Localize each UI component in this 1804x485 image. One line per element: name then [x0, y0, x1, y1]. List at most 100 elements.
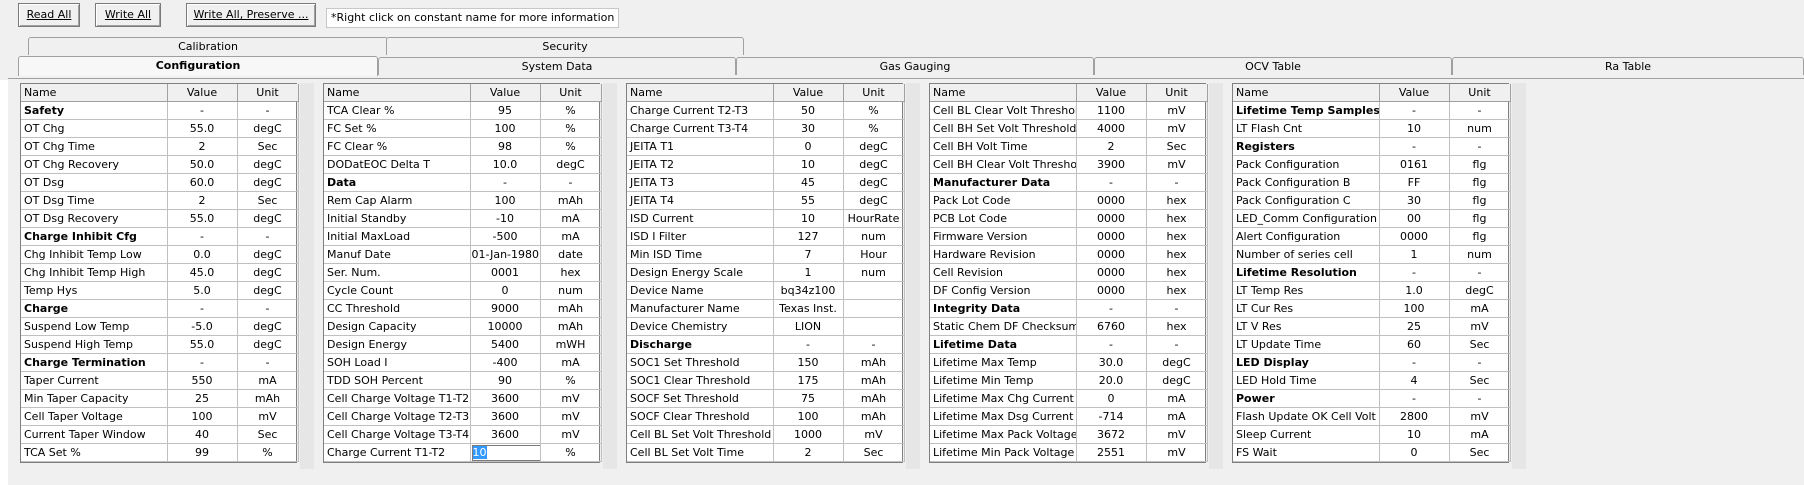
- param-value[interactable]: -: [1379, 353, 1450, 372]
- param-name[interactable]: Cell BH Volt Time: [930, 137, 1077, 156]
- table-row[interactable]: Cell Revision 0000 hex: [930, 263, 1208, 282]
- table-row[interactable]: Taper Current 550 mA: [21, 371, 299, 390]
- param-value[interactable]: 10.0: [470, 155, 541, 174]
- param-name[interactable]: Design Capacity: [324, 317, 471, 336]
- table-row[interactable]: Lifetime Max Dsg Current -714 mA: [930, 407, 1208, 426]
- table-row[interactable]: Temp Hys 5.0 degC: [21, 281, 299, 300]
- param-name[interactable]: OT Dsg Recovery: [21, 209, 168, 228]
- table-row[interactable]: Lifetime Min Temp 20.0 degC: [930, 371, 1208, 390]
- param-name[interactable]: LED Hold Time: [1233, 371, 1380, 390]
- param-name[interactable]: Integrity Data: [930, 299, 1077, 318]
- table-row[interactable]: ISD Current 10 HourRate: [627, 209, 905, 228]
- column-header-unit[interactable]: Unit: [843, 84, 905, 102]
- table-row[interactable]: Lifetime Max Chg Current 0 mA: [930, 389, 1208, 408]
- table-row[interactable]: OT Dsg Time 2 Sec: [21, 191, 299, 210]
- column-header-name[interactable]: Name: [324, 84, 471, 102]
- param-name[interactable]: Cell Revision: [930, 263, 1077, 282]
- table-row[interactable]: Pack Configuration C 30 flg: [1233, 191, 1511, 210]
- param-name[interactable]: Chg Inhibit Temp High: [21, 263, 168, 282]
- param-name[interactable]: TCA Set %: [21, 443, 168, 462]
- param-value[interactable]: 100: [1379, 299, 1450, 318]
- table-row[interactable]: ISD I Filter 127 num: [627, 227, 905, 246]
- table-row[interactable]: Cell BH Clear Volt Threshold 3900 mV: [930, 155, 1208, 174]
- param-name[interactable]: Alert Configuration: [1233, 227, 1380, 246]
- param-name[interactable]: Cell Charge Voltage T1-T2: [324, 389, 471, 408]
- param-value[interactable]: 55.0: [167, 209, 238, 228]
- table-row[interactable]: Cell Charge Voltage T1-T2 3600 mV: [324, 389, 602, 408]
- param-value[interactable]: 95: [470, 101, 541, 120]
- param-value[interactable]: FF: [1379, 173, 1450, 192]
- param-name[interactable]: CC Threshold: [324, 299, 471, 318]
- param-value[interactable]: 3600: [470, 407, 541, 426]
- table-row[interactable]: Charge Current T3-T4 30%: [627, 119, 905, 138]
- table-row[interactable]: FS Wait 0 Sec: [1233, 443, 1511, 462]
- param-value[interactable]: 3600: [470, 425, 541, 444]
- param-name[interactable]: Suspend Low Temp: [21, 317, 168, 336]
- param-value[interactable]: 25: [1379, 317, 1450, 336]
- param-value[interactable]: -500: [470, 227, 541, 246]
- param-name[interactable]: Lifetime Resolution: [1233, 263, 1380, 282]
- param-name[interactable]: JEITA T2: [627, 155, 774, 174]
- param-value[interactable]: 30.0: [1076, 353, 1147, 372]
- param-name[interactable]: LT Cur Res: [1233, 299, 1380, 318]
- write-all-preserve-button[interactable]: Write All, Preserve ...: [186, 3, 316, 27]
- table-row[interactable]: Current Taper Window 40 Sec: [21, 425, 299, 444]
- param-name[interactable]: LT Update Time: [1233, 335, 1380, 354]
- param-name[interactable]: Taper Current: [21, 371, 168, 390]
- param-value[interactable]: 10: [1379, 119, 1450, 138]
- table-row[interactable]: Manuf Date 01-Jan-1980 date: [324, 245, 602, 264]
- table-row[interactable]: TDD SOH Percent 90%: [324, 371, 602, 390]
- column-header-unit[interactable]: Unit: [1449, 84, 1511, 102]
- param-name[interactable]: Lifetime Max Pack Voltage: [930, 425, 1077, 444]
- param-name[interactable]: Safety: [21, 101, 168, 120]
- table-row[interactable]: Suspend High Temp 55.0 degC: [21, 335, 299, 354]
- param-name[interactable]: SOC1 Set Threshold: [627, 353, 774, 372]
- param-value[interactable]: -714: [1076, 407, 1147, 426]
- table-row[interactable]: Cell BH Volt Time 2 Sec: [930, 137, 1208, 156]
- param-value[interactable]: 10000: [470, 317, 541, 336]
- tab-gas-gauging[interactable]: Gas Gauging: [736, 57, 1094, 75]
- table-row[interactable]: OT Chg Recovery 50.0 degC: [21, 155, 299, 174]
- table-row[interactable]: Cell Charge Voltage T3-T4 3600 mV: [324, 425, 602, 444]
- param-name[interactable]: Rem Cap Alarm: [324, 191, 471, 210]
- table-row[interactable]: Device Name bq34z100: [627, 281, 905, 300]
- param-value[interactable]: 0000: [1076, 281, 1147, 300]
- param-value[interactable]: 5.0: [167, 281, 238, 300]
- param-value[interactable]: 9000: [470, 299, 541, 318]
- param-name[interactable]: Static Chem DF Checksum: [930, 317, 1077, 336]
- section-row[interactable]: Manufacturer Data - -: [930, 173, 1208, 192]
- read-all-button[interactable]: Read All: [18, 3, 80, 27]
- table-row[interactable]: Min ISD Time 7 Hour: [627, 245, 905, 264]
- param-name[interactable]: Hardware Revision: [930, 245, 1077, 264]
- table-row[interactable]: JEITA T3 45 degC: [627, 173, 905, 192]
- param-value[interactable]: 00: [1379, 209, 1450, 228]
- param-name[interactable]: PCB Lot Code: [930, 209, 1077, 228]
- param-value[interactable]: Texas Inst.: [773, 299, 844, 318]
- param-value[interactable]: 6760: [1076, 317, 1147, 336]
- param-name[interactable]: OT Chg Time: [21, 137, 168, 156]
- param-name[interactable]: LT Temp Res: [1233, 281, 1380, 300]
- param-value[interactable]: 0: [1379, 443, 1450, 462]
- section-row[interactable]: Charge Inhibit Cfg - -: [21, 227, 299, 246]
- param-value[interactable]: 50: [773, 101, 844, 120]
- param-name[interactable]: LED Display: [1233, 353, 1380, 372]
- param-value[interactable]: -: [1379, 389, 1450, 408]
- param-value[interactable]: 3600: [470, 389, 541, 408]
- param-value[interactable]: 60.0: [167, 173, 238, 192]
- table-row[interactable]: LT V Res 25 mV: [1233, 317, 1511, 336]
- table-row[interactable]: LT Update Time 60 Sec: [1233, 335, 1511, 354]
- param-name[interactable]: Pack Configuration C: [1233, 191, 1380, 210]
- param-value[interactable]: 1000: [773, 425, 844, 444]
- table-row[interactable]: OT Dsg 60.0 degC: [21, 173, 299, 192]
- column-header-value[interactable]: Value: [1076, 84, 1147, 102]
- param-name[interactable]: Chg Inhibit Temp Low: [21, 245, 168, 264]
- table-row[interactable]: Alert Configuration 0000 flg: [1233, 227, 1511, 246]
- param-name[interactable]: Cycle Count: [324, 281, 471, 300]
- param-name[interactable]: Cell Charge Voltage T2-T3: [324, 407, 471, 426]
- param-value[interactable]: -: [167, 299, 238, 318]
- table-row[interactable]: DODatEOC Delta T 10.0 degC: [324, 155, 602, 174]
- param-name[interactable]: Lifetime Max Temp: [930, 353, 1077, 372]
- section-row[interactable]: Safety - -: [21, 101, 299, 120]
- param-value[interactable]: 10: [1379, 425, 1450, 444]
- param-value[interactable]: 0000: [1076, 191, 1147, 210]
